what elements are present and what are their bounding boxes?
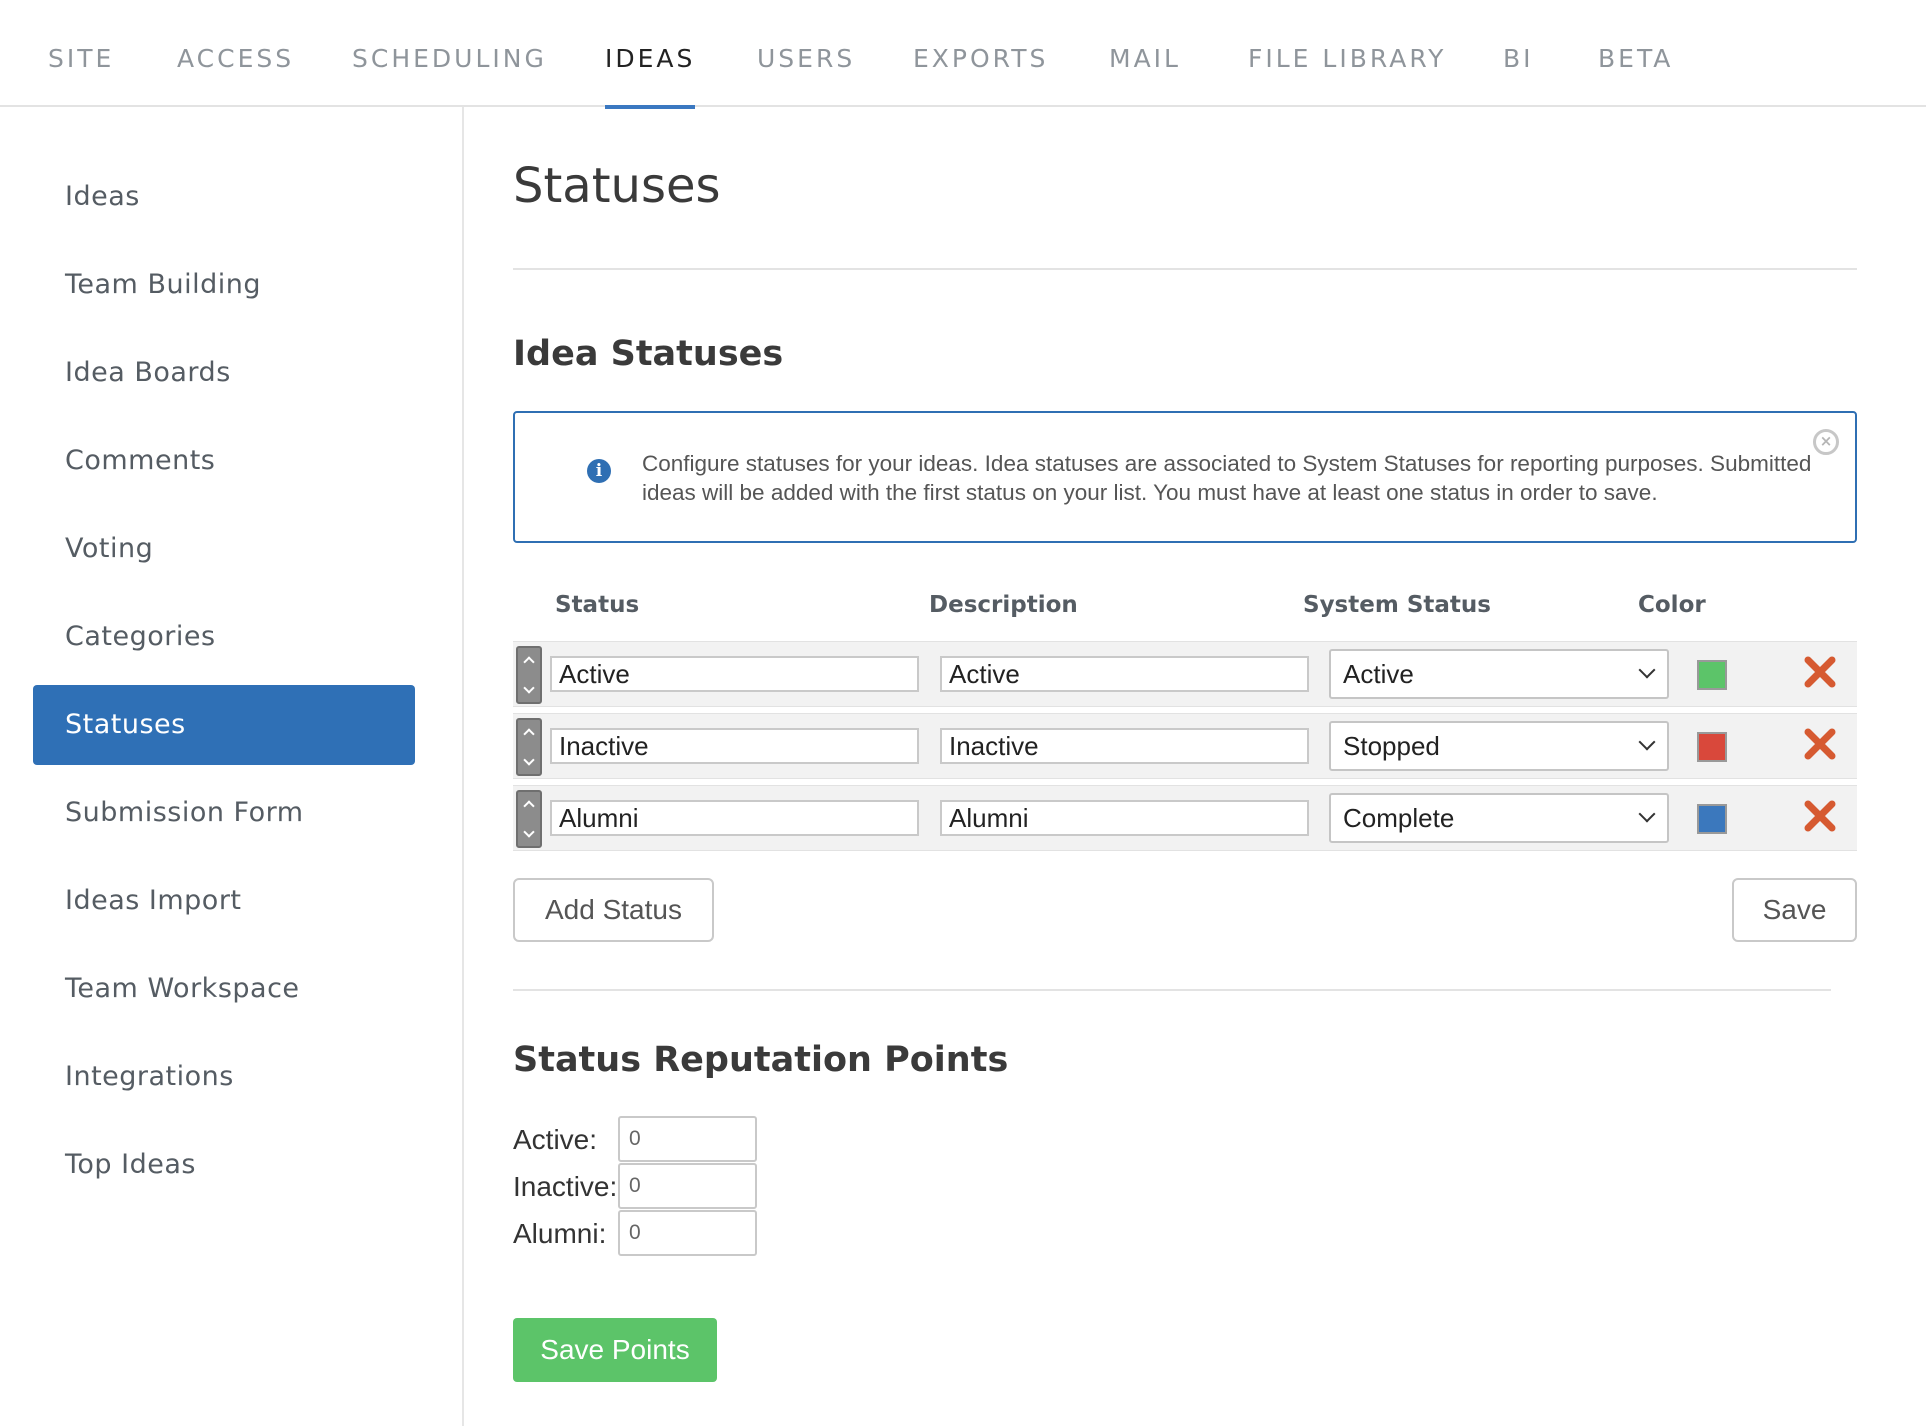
status-description-input[interactable]: Alumni xyxy=(940,800,1309,836)
chevron-down-icon xyxy=(1638,733,1656,751)
close-icon[interactable]: × xyxy=(1813,429,1839,455)
system-status-value: Stopped xyxy=(1343,731,1440,761)
status-name-input[interactable]: Alumni xyxy=(550,800,919,836)
color-swatch[interactable] xyxy=(1697,804,1727,834)
points-label-alumni: Alumni: xyxy=(513,1218,607,1249)
tab-scheduling[interactable]: SCHEDULING xyxy=(352,0,547,107)
tab-beta[interactable]: BETA xyxy=(1598,0,1673,107)
points-input-inactive[interactable]: 0 xyxy=(618,1163,757,1209)
tab-mail[interactable]: MAIL xyxy=(1109,0,1181,107)
page-title: Statuses xyxy=(513,158,721,214)
info-icon: i xyxy=(587,459,611,483)
sidebar-item-statuses[interactable]: Statuses xyxy=(33,685,415,765)
color-swatch[interactable] xyxy=(1697,732,1727,762)
column-header-system-status: System Status xyxy=(1303,592,1491,618)
system-status-value: Active xyxy=(1343,659,1414,689)
system-status-select[interactable]: Stopped xyxy=(1329,721,1669,771)
points-label-active: Active: xyxy=(513,1124,598,1155)
reputation-points-heading: Status Reputation Points xyxy=(513,1040,1009,1080)
tab-users[interactable]: USERS xyxy=(757,0,855,107)
sidebar-item-comments[interactable]: Comments xyxy=(33,421,415,501)
delete-icon[interactable] xyxy=(1803,727,1837,761)
status-row: Active Active Active xyxy=(513,641,1857,707)
status-name-input[interactable]: Inactive xyxy=(550,728,919,764)
info-alert-text: Configure statuses for your ideas. Idea … xyxy=(642,451,1812,505)
tab-bi[interactable]: BI xyxy=(1503,0,1534,107)
system-status-value: Complete xyxy=(1343,803,1455,833)
sidebar-item-voting[interactable]: Voting xyxy=(33,509,415,589)
top-navigation: SITE ACCESS SCHEDULING IDEAS USERS EXPOR… xyxy=(0,0,1926,109)
sidebar-item-categories[interactable]: Categories xyxy=(33,597,415,677)
delete-icon[interactable] xyxy=(1803,799,1837,833)
color-swatch[interactable] xyxy=(1697,660,1727,690)
sidebar: Ideas Team Building Idea Boards Comments… xyxy=(0,107,464,1426)
sidebar-item-ideas[interactable]: Ideas xyxy=(33,157,415,237)
sidebar-item-top-ideas[interactable]: Top Ideas xyxy=(33,1125,415,1205)
chevron-down-icon xyxy=(1638,661,1656,679)
column-header-color: Color xyxy=(1638,592,1706,618)
sidebar-item-idea-boards[interactable]: Idea Boards xyxy=(33,333,415,413)
divider xyxy=(513,268,1857,270)
drag-handle-icon[interactable] xyxy=(516,646,542,704)
drag-handle-icon[interactable] xyxy=(516,790,542,848)
status-name-input[interactable]: Active xyxy=(550,656,919,692)
status-description-input[interactable]: Inactive xyxy=(940,728,1309,764)
tab-site[interactable]: SITE xyxy=(48,0,114,107)
status-description-input[interactable]: Active xyxy=(940,656,1309,692)
status-row: Alumni Alumni Complete xyxy=(513,785,1857,851)
points-label-inactive: Inactive: xyxy=(513,1171,618,1202)
idea-statuses-heading: Idea Statuses xyxy=(513,334,784,374)
points-input-active[interactable]: 0 xyxy=(618,1116,757,1162)
delete-icon[interactable] xyxy=(1803,655,1837,689)
sidebar-item-integrations[interactable]: Integrations xyxy=(33,1037,415,1117)
tab-file-library[interactable]: FILE LIBRARY xyxy=(1248,0,1446,107)
sidebar-item-submission-form[interactable]: Submission Form xyxy=(33,773,415,853)
sidebar-item-ideas-import[interactable]: Ideas Import xyxy=(33,861,415,941)
tab-access[interactable]: ACCESS xyxy=(177,0,294,107)
save-button[interactable]: Save xyxy=(1732,878,1857,942)
column-header-description: Description xyxy=(929,592,1078,618)
system-status-select[interactable]: Active xyxy=(1329,649,1669,699)
tab-exports[interactable]: EXPORTS xyxy=(913,0,1048,107)
save-points-button[interactable]: Save Points xyxy=(513,1318,717,1382)
status-row: Inactive Inactive Stopped xyxy=(513,713,1857,779)
tab-ideas[interactable]: IDEAS xyxy=(605,0,696,109)
column-header-status: Status xyxy=(555,592,640,618)
divider xyxy=(513,989,1831,991)
sidebar-item-team-building[interactable]: Team Building xyxy=(33,245,415,325)
chevron-down-icon xyxy=(1638,805,1656,823)
points-input-alumni[interactable]: 0 xyxy=(618,1210,757,1256)
drag-handle-icon[interactable] xyxy=(516,718,542,776)
add-status-button[interactable]: Add Status xyxy=(513,878,714,942)
sidebar-item-team-workspace[interactable]: Team Workspace xyxy=(33,949,415,1029)
system-status-select[interactable]: Complete xyxy=(1329,793,1669,843)
info-alert: i Configure statuses for your ideas. Ide… xyxy=(513,411,1857,543)
